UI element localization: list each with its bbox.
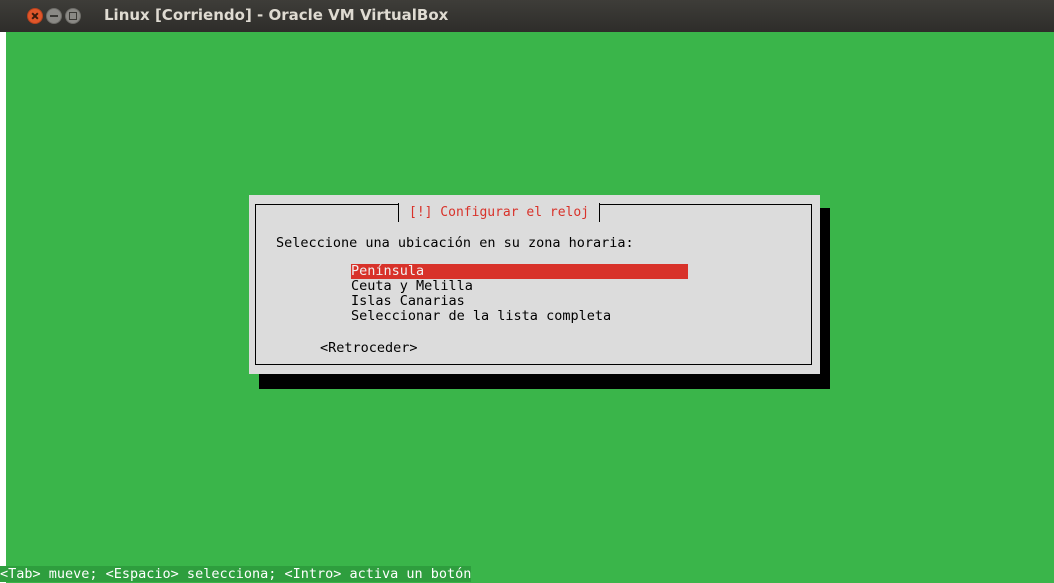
window-titlebar[interactable]: Linux [Corriendo] - Oracle VM VirtualBox	[0, 0, 1054, 32]
timezone-options-list: Península Ceuta y Melilla Islas Canarias…	[351, 264, 688, 324]
maximize-icon[interactable]	[65, 8, 81, 24]
dialog-title: [!] Configurar el reloj	[398, 203, 601, 222]
dialog-prompt: Seleccione una ubicación en su zona hora…	[276, 235, 634, 251]
timezone-dialog: [!] Configurar el reloj Seleccione una u…	[249, 195, 820, 374]
option-full-list[interactable]: Seleccionar de la lista completa	[351, 309, 688, 324]
minimize-icon[interactable]	[46, 8, 62, 24]
back-button[interactable]: <Retroceder>	[320, 340, 418, 356]
status-bar-text: <Tab> mueve; <Espacio> selecciona; <Intr…	[0, 566, 472, 582]
option-ceuta-melilla[interactable]: Ceuta y Melilla	[351, 279, 688, 294]
status-bar: <Tab> mueve; <Espacio> selecciona; <Intr…	[0, 566, 1054, 583]
close-icon[interactable]	[27, 8, 43, 24]
window-title: Linux [Corriendo] - Oracle VM VirtualBox	[104, 6, 449, 24]
vm-screen[interactable]: [!] Configurar el reloj Seleccione una u…	[6, 32, 1054, 583]
option-peninsula[interactable]: Península	[351, 264, 688, 279]
option-islas-canarias[interactable]: Islas Canarias	[351, 294, 688, 309]
dialog-frame: [!] Configurar el reloj Seleccione una u…	[255, 203, 812, 365]
